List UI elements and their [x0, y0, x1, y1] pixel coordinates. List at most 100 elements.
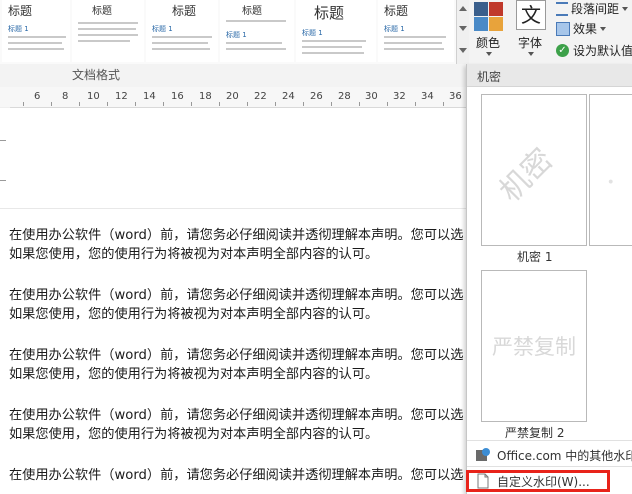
- style-card[interactable]: 标题 标题 1: [220, 0, 294, 62]
- checkmark-icon: ✓: [556, 44, 569, 57]
- document-page[interactable]: 在使用办公软件（word）前，请您务必仔细阅读并透彻理解本声明。您可以选 如果您…: [0, 108, 466, 494]
- paragraph[interactable]: 在使用办公软件（word）前，请您务必仔细阅读并透彻理解本声明。您可以选: [9, 466, 466, 485]
- text-line: [8, 36, 66, 38]
- ruler-number: 36: [449, 91, 462, 102]
- style-card[interactable]: 标题 标题 1: [378, 0, 454, 62]
- margin-mark: [0, 140, 6, 141]
- ruler-tick: [415, 102, 416, 106]
- ruler-number: 18: [199, 91, 212, 102]
- gallery-scrollbar[interactable]: [456, 0, 469, 64]
- ruler-tick: [163, 102, 164, 106]
- ruler-number: 12: [115, 91, 128, 102]
- text-line: [8, 42, 62, 44]
- style-card[interactable]: 标题 标题 1: [296, 0, 376, 62]
- color-swatch-icon: [474, 2, 488, 16]
- ruler-number: 34: [421, 91, 434, 102]
- text-line: [302, 46, 362, 48]
- ruler-number: 16: [171, 91, 184, 102]
- paragraph[interactable]: 在使用办公软件（word）前，请您务必仔细阅读并透彻理解本声明。您可以选 如果您…: [9, 346, 466, 384]
- office-more-watermarks-item[interactable]: Office.com 中的其他水印: [467, 444, 632, 466]
- ruler-tick: [107, 102, 108, 106]
- text-line: [78, 34, 138, 36]
- watermark-category-header: 机密: [467, 64, 632, 87]
- fonts-label: 字体: [518, 36, 543, 50]
- ruler-tick: [23, 102, 24, 106]
- ruler-tick: [191, 102, 192, 106]
- text-line: [78, 28, 136, 30]
- style-card[interactable]: 标题 标题 1: [146, 0, 218, 62]
- chevron-down-icon: [600, 26, 607, 31]
- ruler-tick: [275, 102, 276, 106]
- paragraph[interactable]: 在使用办公软件（word）前，请您务必仔细阅读并透彻理解本声明。您可以选 如果您…: [9, 226, 466, 264]
- ruler-tick: [135, 102, 136, 106]
- style-card-title: 标题: [92, 6, 112, 17]
- paragraph-line: 在使用办公软件（word）前，请您务必仔细阅读并透彻理解本声明。您可以选: [9, 408, 464, 423]
- text-line: [8, 48, 64, 50]
- color-swatch-icon: [489, 17, 503, 31]
- color-swatch-icon: [474, 17, 488, 31]
- paragraph-spacing-button[interactable]: 段落间距: [556, 0, 629, 17]
- office-more-label: Office.com 中的其他水印: [497, 448, 632, 463]
- text-line: [152, 42, 208, 44]
- watermark-preview-text: 严禁复制: [492, 335, 576, 359]
- ruler-number: 26: [310, 91, 323, 102]
- paragraph-line: 如果您使用，您的使用行为将被视为对本声明全部内容的认可。: [9, 307, 379, 322]
- scroll-up-icon[interactable]: [459, 6, 467, 11]
- paragraph[interactable]: 在使用办公软件（word）前，请您务必仔细阅读并透彻理解本声明。您可以选 如果您…: [9, 406, 466, 444]
- style-card-title: 标题: [314, 4, 345, 22]
- style-card-title: 标题: [8, 4, 33, 18]
- colors-label: 颜色: [476, 36, 501, 50]
- paragraph-line: 在使用办公软件（word）前，请您务必仔细阅读并透彻理解本声明。您可以选: [9, 468, 464, 483]
- chevron-down-icon: [622, 6, 629, 11]
- page-divider: [0, 208, 466, 209]
- paragraph-spacing-icon: [556, 1, 568, 16]
- colors-button[interactable]: 颜色: [474, 0, 514, 60]
- paragraph-line: 如果您使用，您的使用行为将被视为对本声明全部内容的认可。: [9, 427, 379, 442]
- paragraph[interactable]: 在使用办公软件（word）前，请您务必仔细阅读并透彻理解本声明。您可以选 如果您…: [9, 286, 466, 324]
- margin-mark: [0, 180, 6, 181]
- watermark-thumbnail-next[interactable]: ·: [589, 94, 632, 246]
- gallery-more-icon[interactable]: [459, 48, 467, 53]
- watermark-preview-text: 机密: [492, 141, 561, 210]
- text-line: [384, 42, 442, 44]
- scroll-down-icon[interactable]: [459, 26, 467, 31]
- effects-button[interactable]: 效果: [556, 20, 607, 37]
- ruler-tick: [359, 102, 360, 106]
- paragraph-line: 如果您使用，您的使用行为将被视为对本声明全部内容的认可。: [9, 367, 379, 382]
- text-line: [78, 22, 138, 24]
- text-line: [152, 36, 212, 38]
- ruler-number: 32: [393, 91, 406, 102]
- style-card[interactable]: 标题: [72, 0, 144, 62]
- thumbnail-caption: 机密 1: [517, 250, 553, 264]
- horizontal-ruler[interactable]: 6 8 10 12 14 16 18 20 22 24 26 28 30 32 …: [0, 87, 466, 108]
- ruler-tick: [387, 102, 388, 106]
- style-card-subtitle: 标题 1: [384, 25, 405, 33]
- fonts-button[interactable]: 文 字体: [512, 0, 552, 60]
- watermark-thumbnail-confidential[interactable]: 机密: [481, 94, 587, 246]
- style-card-title: 标题: [172, 4, 197, 18]
- text-line: [302, 40, 366, 42]
- ruler-tick: [331, 102, 332, 106]
- menu-separator: [467, 466, 632, 467]
- ruler-number: 22: [254, 91, 267, 102]
- style-card[interactable]: 标题 标题 1: [2, 0, 70, 62]
- set-default-button[interactable]: ✓ 设为默认值: [556, 42, 632, 59]
- category-label: 机密: [477, 70, 502, 84]
- style-card-subtitle: 标题 1: [152, 25, 173, 33]
- ruler-tick: [219, 102, 220, 106]
- paragraph-spacing-label: 段落间距: [571, 2, 620, 16]
- paragraph-line: 在使用办公软件（word）前，请您务必仔细阅读并透彻理解本声明。您可以选: [9, 228, 464, 243]
- paragraph-line: 如果您使用，您的使用行为将被视为对本声明全部内容的认可。: [9, 247, 379, 262]
- effects-icon: [556, 21, 570, 36]
- style-gallery: 标题 标题 1 标题 标题 标题 1 标题 标题 1 标题 标题 1 标题 标题…: [0, 0, 457, 64]
- style-card-title: 标题: [242, 6, 262, 17]
- ruler-number: 8: [62, 91, 69, 102]
- style-card-subtitle: 标题 1: [302, 29, 323, 37]
- ruler-number: 10: [87, 91, 100, 102]
- watermark-thumbnail-do-not-copy[interactable]: 严禁复制: [481, 270, 587, 422]
- color-swatch-icon: [489, 2, 503, 16]
- ruler-number: 28: [338, 91, 351, 102]
- ruler-number: 20: [226, 91, 239, 102]
- set-default-label: 设为默认值: [573, 44, 632, 58]
- text-line: [384, 36, 446, 38]
